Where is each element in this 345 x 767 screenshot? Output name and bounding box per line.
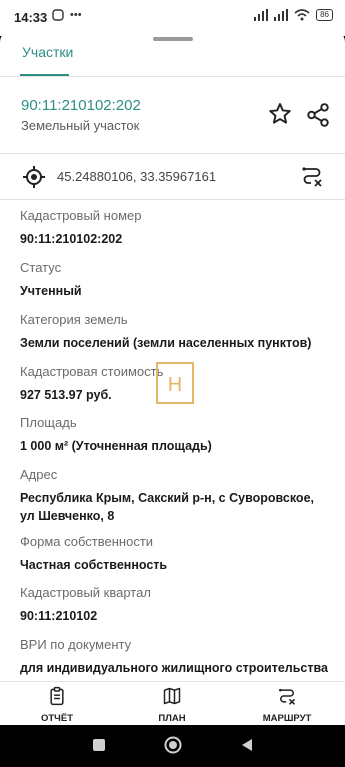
field-label: Кадастровый номер — [20, 208, 142, 223]
divider — [0, 76, 345, 77]
back-icon[interactable] — [240, 738, 254, 752]
location-target-icon[interactable] — [22, 165, 46, 189]
field-value: Учтенный — [20, 284, 82, 298]
coordinates-text[interactable]: 45.24880106, 33.35967161 — [57, 169, 216, 184]
status-indicators: 86 — [254, 9, 333, 21]
field-permitted-use: ВРИ по документу для индивидуального жил… — [20, 637, 330, 677]
field-area: Площадь 1 000 м² (Уточненная площадь) — [20, 415, 330, 455]
wifi-icon — [294, 9, 310, 21]
divider — [0, 153, 345, 154]
parcel-title: 90:11:210102:202 — [21, 97, 141, 114]
tab-parcels[interactable]: Участки — [22, 44, 73, 60]
parcel-sheet: Участки 90:11:210102:202 Земельный участ… — [0, 30, 345, 685]
sheet-drag-handle[interactable] — [153, 37, 193, 41]
nav-label: МАРШРУТ — [262, 713, 312, 724]
field-address: Адрес Республика Крым, Сакский р-н, с Су… — [20, 467, 330, 525]
field-label: Кадастровый квартал — [20, 585, 151, 600]
nav-label: ОТЧЁТ — [40, 713, 74, 724]
share-icon[interactable] — [305, 102, 331, 128]
watermark-logo: H — [156, 362, 194, 404]
notification-icons: ••• — [52, 9, 82, 21]
route-icon — [279, 688, 296, 705]
field-cadastral-quarter: Кадастровый квартал 90:11:210102 — [20, 585, 330, 625]
nav-report[interactable]: ОТЧЁТ — [22, 686, 92, 724]
parcel-subtitle: Земельный участок — [21, 118, 140, 133]
bottom-nav: ОТЧЁТ ПЛАН МАРШРУТ — [0, 681, 345, 725]
nav-route[interactable]: МАРШРУТ — [252, 686, 322, 724]
recent-apps-icon[interactable] — [92, 738, 106, 752]
field-label: Статус — [20, 260, 62, 275]
battery-icon: 86 — [316, 9, 333, 21]
field-status: Статус Учтенный — [20, 260, 330, 300]
field-value: 90:11:210102:202 — [20, 232, 123, 246]
field-label: Категория земель — [20, 312, 128, 327]
field-ownership-form: Форма собственности Частная собственност… — [20, 534, 330, 574]
field-value: 1 000 м² (Уточненная площадь) — [20, 439, 212, 453]
field-land-category: Категория земель Земли поселений (земли … — [20, 312, 330, 352]
field-value: 90:11:210102 — [20, 609, 98, 623]
nav-label: ПЛАН — [158, 713, 186, 724]
field-label: ВРИ по документу — [20, 637, 132, 652]
field-value: Земли поселений (земли населенных пункто… — [20, 336, 312, 350]
field-cadastral-number: Кадастровый номер 90:11:210102:202 — [20, 208, 330, 248]
more-dots-icon: ••• — [70, 9, 82, 21]
divider — [0, 199, 345, 200]
status-time: 14:33 — [14, 10, 48, 25]
system-nav-bar — [0, 725, 345, 767]
field-label: Адрес — [20, 467, 58, 482]
field-value: для индивидуального жилищного строительс… — [20, 661, 328, 675]
field-label: Площадь — [20, 415, 77, 430]
nav-plan[interactable]: ПЛАН — [137, 686, 207, 724]
star-icon[interactable] — [267, 101, 293, 127]
clipboard-icon — [50, 686, 64, 706]
chat-icon — [52, 9, 64, 21]
home-icon[interactable] — [164, 736, 182, 754]
signal-icon — [254, 9, 269, 21]
route-icon[interactable] — [300, 164, 324, 188]
field-value: Частная собственность — [20, 558, 168, 572]
map-icon — [163, 687, 181, 705]
field-value: Республика Крым, Сакский р-н, с Суворовс… — [20, 491, 314, 523]
field-label: Форма собственности — [20, 534, 154, 549]
signal-icon-2 — [274, 9, 289, 21]
